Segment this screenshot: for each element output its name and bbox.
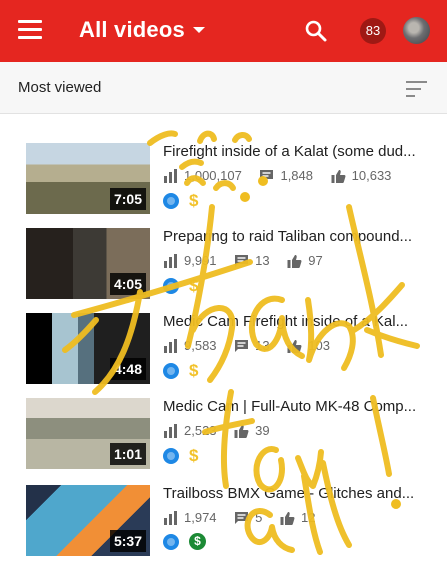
like-count: 39 xyxy=(255,422,270,438)
views-icon xyxy=(164,511,177,526)
video-title[interactable]: Trailboss BMX Game - Glitches and... xyxy=(163,485,421,502)
globe-icon xyxy=(163,533,179,550)
sort-label: Most viewed xyxy=(18,79,102,96)
video-status: $ xyxy=(163,533,206,551)
likes-icon xyxy=(280,512,295,526)
comment-count: 5 xyxy=(255,509,263,525)
view-count: 1,000,107 xyxy=(184,167,242,183)
views-icon xyxy=(164,169,177,184)
video-duration: 1:01 xyxy=(109,443,146,465)
video-item[interactable]: 1:01 Medic Cam | Full-Auto MK-48 Comp...… xyxy=(0,398,447,484)
likes-icon xyxy=(234,425,249,439)
comments-icon xyxy=(260,170,274,183)
sort-bar: Most viewed xyxy=(0,62,447,114)
video-status: $ xyxy=(163,276,199,295)
video-item[interactable]: 4:05 Preparing to raid Taliban compound.… xyxy=(0,228,447,314)
sort-icon[interactable] xyxy=(406,81,427,97)
comments-icon xyxy=(235,340,249,353)
comment-count: 13 xyxy=(255,252,270,268)
video-title[interactable]: Firefight inside of a Kalat (some dud... xyxy=(163,143,421,160)
video-status: $ xyxy=(163,191,199,210)
globe-icon xyxy=(163,193,179,209)
views-icon xyxy=(164,339,177,354)
video-duration: 7:05 xyxy=(109,188,146,210)
video-thumbnail[interactable]: 1:01 xyxy=(26,398,150,469)
monetized-icon: $ xyxy=(189,446,199,465)
view-count: 2,523 xyxy=(184,422,217,438)
like-count: 103 xyxy=(308,337,330,353)
menu-icon[interactable] xyxy=(18,20,42,42)
avatar[interactable] xyxy=(403,17,430,44)
views-icon xyxy=(164,424,177,439)
notification-badge[interactable]: 83 xyxy=(360,18,386,44)
like-count: 10,633 xyxy=(351,167,392,183)
app-bar: All videos 83 xyxy=(0,0,447,62)
video-thumbnail[interactable]: 5:37 xyxy=(26,485,150,556)
like-count: 97 xyxy=(308,252,323,268)
monetized-icon: $ xyxy=(189,533,206,551)
comments-icon xyxy=(235,512,249,525)
page-title[interactable]: All videos xyxy=(79,17,185,43)
video-thumbnail[interactable]: 4:05 xyxy=(26,228,150,299)
likes-icon xyxy=(331,170,346,184)
video-stats: 1,974 5 12 xyxy=(163,509,330,526)
video-thumbnail[interactable]: 4:48 xyxy=(26,313,150,384)
video-item[interactable]: 5:37 Trailboss BMX Game - Glitches and..… xyxy=(0,485,447,571)
video-duration: 5:37 xyxy=(109,530,146,552)
video-thumbnail[interactable]: 7:05 xyxy=(26,143,150,214)
likes-icon xyxy=(287,255,302,269)
video-item[interactable]: 7:05 Firefight inside of a Kalat (some d… xyxy=(0,143,447,229)
likes-icon xyxy=(287,340,302,354)
comment-count: 13 xyxy=(255,337,270,353)
video-title[interactable]: Medic Cam Firefight inside of a Kal... xyxy=(163,313,421,330)
view-count: 9,583 xyxy=(184,337,217,353)
video-stats: 1,000,107 1,848 10,633 xyxy=(163,167,405,184)
video-stats: 9,583 13 103 xyxy=(163,337,344,354)
video-title[interactable]: Medic Cam | Full-Auto MK-48 Comp... xyxy=(163,398,421,415)
video-stats: 2,523 39 xyxy=(163,422,284,439)
like-count: 12 xyxy=(301,509,316,525)
video-title[interactable]: Preparing to raid Taliban compound... xyxy=(163,228,421,245)
globe-icon xyxy=(163,363,179,379)
view-count: 9,991 xyxy=(184,252,217,268)
comments-icon xyxy=(235,255,249,268)
video-status: $ xyxy=(163,446,199,465)
monetized-icon: $ xyxy=(189,191,199,210)
globe-icon xyxy=(163,278,179,294)
video-status: $ xyxy=(163,361,199,380)
monetized-icon: $ xyxy=(189,361,199,380)
video-item[interactable]: 4:48 Medic Cam Firefight inside of a Kal… xyxy=(0,313,447,399)
monetized-icon: $ xyxy=(189,276,199,295)
comment-count: 1,848 xyxy=(280,167,314,183)
globe-icon xyxy=(163,448,179,464)
video-duration: 4:48 xyxy=(109,358,146,380)
views-icon xyxy=(164,254,177,269)
chevron-down-icon[interactable] xyxy=(193,27,205,33)
video-duration: 4:05 xyxy=(109,273,146,295)
search-icon[interactable] xyxy=(303,18,329,44)
view-count: 1,974 xyxy=(184,509,217,525)
video-stats: 9,991 13 97 xyxy=(163,252,337,269)
